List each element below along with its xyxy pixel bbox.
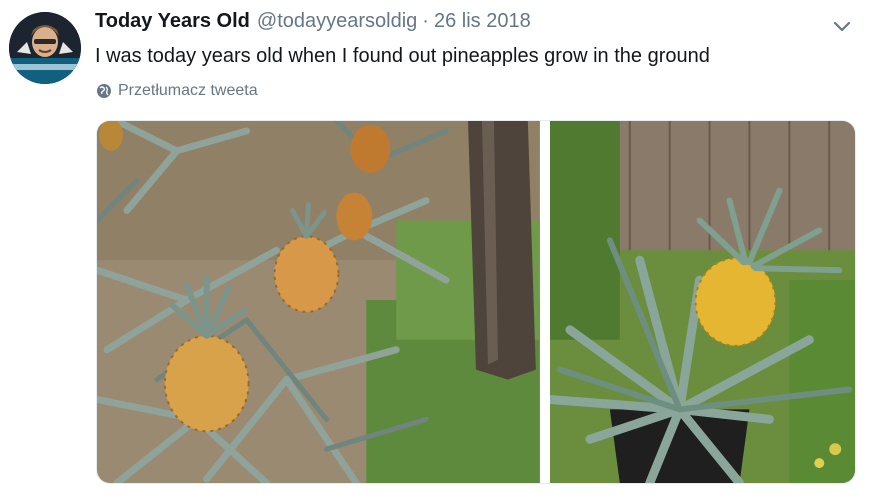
translate-label: Przetłumacz tweeta [118,82,258,99]
separator-dot: · [422,10,429,32]
tweet-date[interactable]: 26 lis 2018 [434,10,531,33]
tweet-menu-button[interactable] [829,15,855,37]
tweet-header: Today Years Old @todayyearsoldig · 26 li… [95,10,531,33]
chevron-down-icon [833,21,851,32]
tweet-text: I was today years old when I found out p… [95,45,710,67]
translate-tweet-link[interactable]: Przetłumacz tweeta [96,82,258,100]
media-grid [96,120,856,484]
avatar[interactable] [9,12,81,84]
photo-pineapple-pot[interactable] [549,121,855,483]
globe-icon [97,84,111,98]
photo-pineapples-ground[interactable] [97,121,540,483]
display-name[interactable]: Today Years Old [95,10,250,33]
user-handle[interactable]: @todayyearsoldig [257,10,417,33]
